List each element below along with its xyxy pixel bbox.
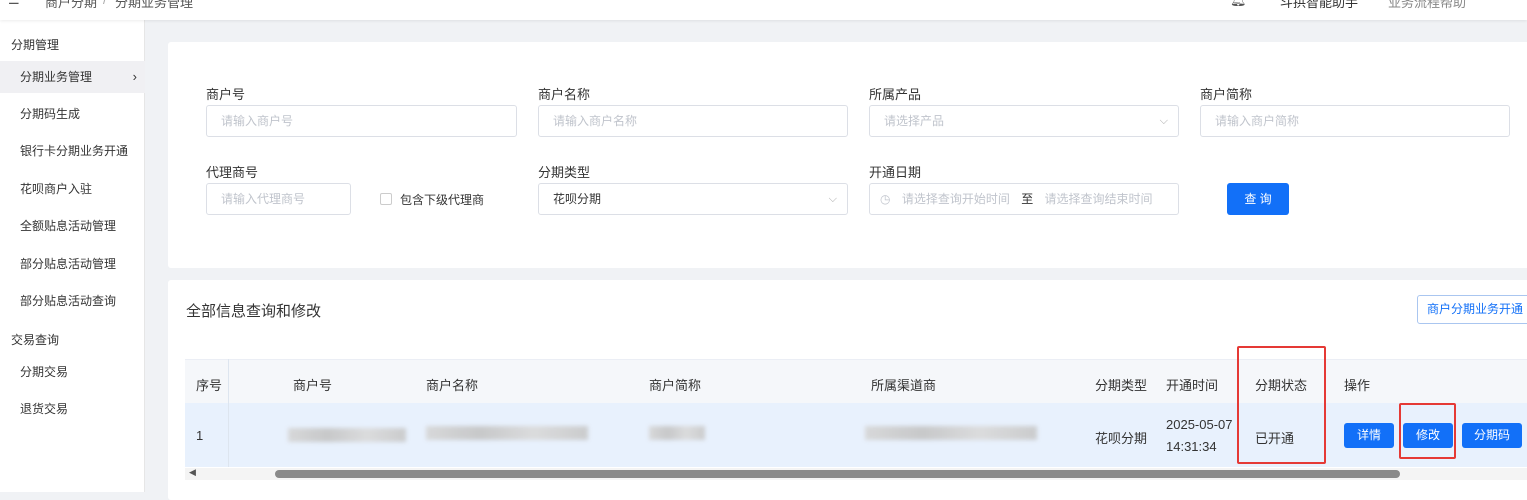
date-separator: 至 xyxy=(1021,192,1034,206)
table-card: 全部信息查询和修改 商户分期业务开通 序号 商户号 商户名称 商户简称 所属渠道… xyxy=(168,280,1527,500)
merchant-short-label: 商户简称 xyxy=(1200,87,1253,102)
cell-open-date: 2025-05-07 xyxy=(1166,417,1233,432)
chevron-down-icon: ⌵ xyxy=(1159,115,1168,127)
breadcrumb-item[interactable]: 商户分期 xyxy=(45,0,97,11)
sidebar-item-huabei[interactable]: 花呗商户入驻 xyxy=(0,173,145,205)
date-end-input[interactable]: 请选择查询结束时间 xyxy=(1045,192,1153,206)
menu-icon[interactable]: ☰ xyxy=(8,0,20,8)
cell-merchant-short-redacted xyxy=(649,426,705,440)
cell-channel-redacted xyxy=(865,426,1037,440)
open-installment-button[interactable]: 商户分期业务开通 xyxy=(1417,295,1527,324)
date-start-input[interactable]: 请选择查询开始时间 xyxy=(902,192,1010,206)
col-channel: 所属渠道商 xyxy=(871,378,937,393)
col-index: 序号 xyxy=(196,378,223,393)
help-link[interactable]: 业务流程帮助 xyxy=(1388,0,1466,11)
merchant-no-label: 商户号 xyxy=(206,87,246,102)
sidebar-group-transactions: 交易查询 xyxy=(11,333,60,347)
sidebar-item-refunds[interactable]: 退货交易 xyxy=(0,393,145,425)
merchant-name-input[interactable]: 请输入商户名称 xyxy=(538,105,848,137)
sidebar-item-business-manage[interactable]: 分期业务管理 › xyxy=(0,61,145,93)
cell-type: 花呗分期 xyxy=(1095,431,1148,446)
annotation-box-status xyxy=(1237,346,1326,464)
sidebar-item-bank-card[interactable]: 银行卡分期业务开通 xyxy=(0,135,145,167)
bell-icon[interactable]: 🔔︎ xyxy=(1230,0,1247,8)
col-merchant-short: 商户简称 xyxy=(649,378,702,393)
annotation-box-edit xyxy=(1399,403,1456,459)
product-placeholder: 请选择产品 xyxy=(884,114,945,128)
merchant-short-input[interactable]: 请输入商户简称 xyxy=(1200,105,1510,137)
chevron-right-icon: › xyxy=(132,69,137,84)
scrollbar-thumb[interactable] xyxy=(275,470,1400,478)
cell-open-time: 14:31:34 xyxy=(1166,439,1217,454)
chevron-down-icon: ⌵ xyxy=(828,193,837,205)
assistant-link[interactable]: 斗拱智能助手 xyxy=(1280,0,1358,11)
agent-no-label: 代理商号 xyxy=(206,165,259,180)
sidebar-item-full-subsidy[interactable]: 全额贴息活动管理 xyxy=(0,210,145,242)
agent-no-input[interactable]: 请输入代理商号 xyxy=(206,183,351,215)
date-range-picker[interactable]: ◷ 请选择查询开始时间 至 请选择查询结束时间 xyxy=(869,183,1179,215)
detail-button[interactable]: 详情 xyxy=(1344,423,1394,448)
merchant-no-input[interactable]: 请输入商户号 xyxy=(206,105,517,137)
sidebar: 分期管理 分期业务管理 › 分期码生成 银行卡分期业务开通 花呗商户入驻 全额贴息… xyxy=(0,20,145,492)
installment-code-button[interactable]: 分期码 xyxy=(1462,423,1522,448)
scroll-left-icon[interactable]: ◀ xyxy=(189,467,196,478)
col-merchant-name: 商户名称 xyxy=(426,378,479,393)
top-bar: ☰ 商户分期 / 分期业务管理 🔔︎ 斗拱智能助手 业务流程帮助 xyxy=(0,0,1527,20)
clock-icon: ◷ xyxy=(880,192,891,206)
product-select[interactable]: 请选择产品 ⌵ xyxy=(869,105,1179,137)
query-button[interactable]: 查 询 xyxy=(1227,183,1289,215)
type-label: 分期类型 xyxy=(538,165,591,180)
type-value: 花呗分期 xyxy=(553,192,602,206)
date-label: 开通日期 xyxy=(869,165,922,180)
product-label: 所属产品 xyxy=(869,87,922,102)
horizontal-scrollbar[interactable]: ◀ xyxy=(185,467,1527,480)
breadcrumb-current: 分期业务管理 xyxy=(115,0,194,10)
filter-card: 商户号 请输入商户号 商户名称 请输入商户名称 所属产品 请选择产品 ⌵ 商户简称… xyxy=(168,42,1527,268)
sidebar-item-partial-query[interactable]: 部分贴息活动查询 xyxy=(0,285,145,317)
type-select[interactable]: 花呗分期 ⌵ xyxy=(538,183,848,215)
cell-merchant-no-redacted xyxy=(288,428,406,442)
col-type: 分期类型 xyxy=(1095,378,1148,393)
merchant-name-label: 商户名称 xyxy=(538,87,591,102)
sidebar-item-partial-subsidy[interactable]: 部分贴息活动管理 xyxy=(0,248,145,280)
sidebar-item-code-gen[interactable]: 分期码生成 xyxy=(0,98,145,130)
cell-merchant-name-redacted xyxy=(426,426,588,440)
sidebar-item-transactions[interactable]: 分期交易 xyxy=(0,356,145,388)
col-open-time: 开通时间 xyxy=(1166,378,1219,393)
cell-index: 1 xyxy=(196,428,204,443)
col-actions: 操作 xyxy=(1344,378,1371,393)
breadcrumb-separator: / xyxy=(103,0,107,7)
include-sub-checkbox[interactable] xyxy=(380,193,392,205)
table-title: 全部信息查询和修改 xyxy=(186,303,322,320)
sidebar-item-label: 分期业务管理 xyxy=(20,70,93,84)
include-sub-label[interactable]: 包含下级代理商 xyxy=(400,191,484,208)
col-merchant-no: 商户号 xyxy=(293,378,333,393)
sidebar-group-installment: 分期管理 xyxy=(11,38,60,52)
